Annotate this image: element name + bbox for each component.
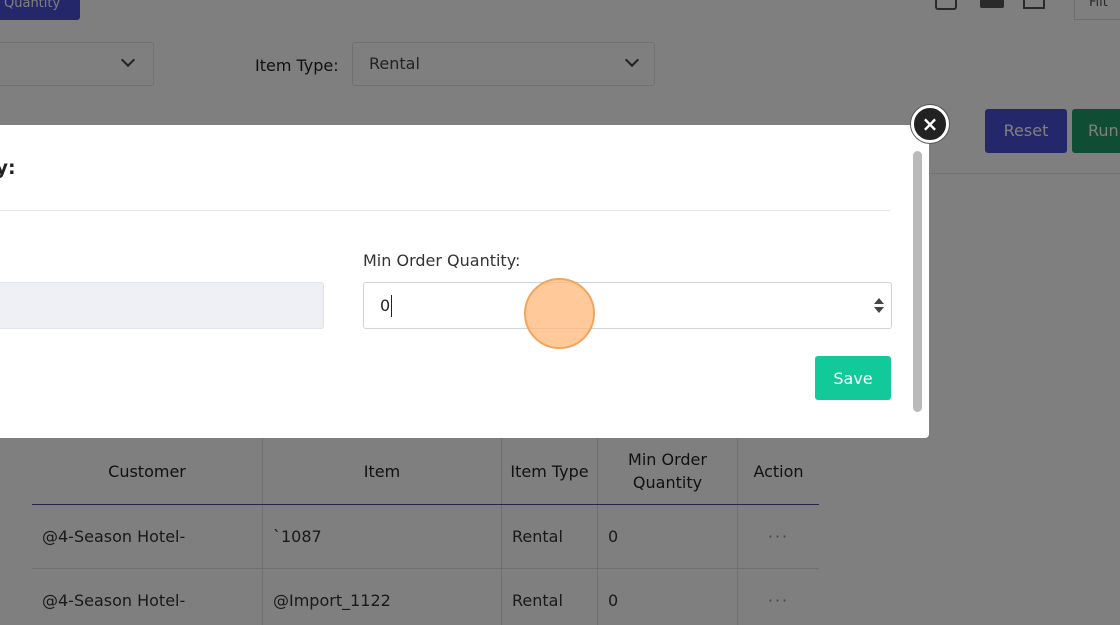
readonly-field [0, 282, 324, 329]
min-order-quantity-label: Min Order Quantity: [363, 251, 521, 270]
close-icon[interactable]: × [911, 105, 949, 143]
min-order-quantity-input[interactable]: 0 [363, 282, 892, 329]
click-indicator [524, 278, 595, 349]
number-spinner-icon[interactable] [874, 298, 884, 314]
text-caret [391, 295, 392, 317]
modal-scrollbar[interactable] [913, 151, 922, 412]
min-order-quantity-modal: ity: Min Order Quantity: 0 Save [0, 125, 929, 438]
decrement-icon[interactable] [874, 307, 884, 313]
save-button[interactable]: Save [815, 356, 891, 400]
modal-title: ity: [0, 157, 16, 179]
modal-divider [0, 210, 890, 211]
increment-icon[interactable] [874, 298, 884, 304]
min-order-quantity-value: 0 [380, 296, 391, 315]
